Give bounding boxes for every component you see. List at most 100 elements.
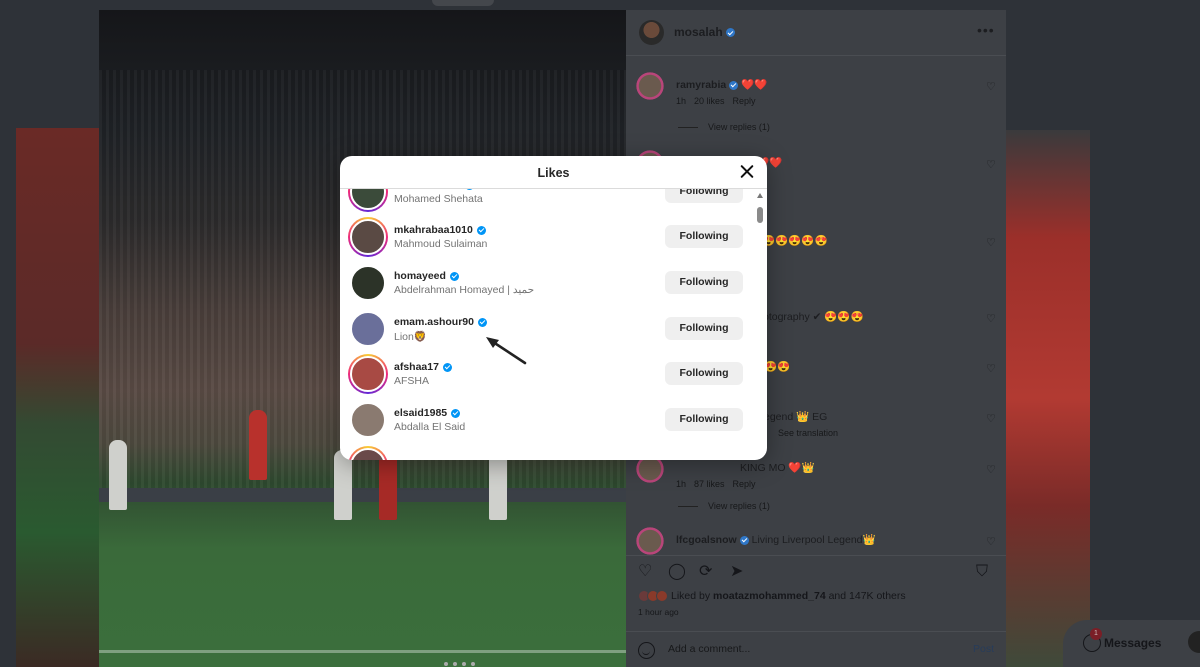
following-button[interactable]: Following: [665, 189, 743, 203]
liker-row[interactable]: elsaid1985 Abdalla El Said Following: [340, 397, 754, 443]
verified-badge-icon: [465, 189, 475, 190]
liked-by-summary[interactable]: Liked by moatazmohammed_74 and 147K othe…: [638, 590, 906, 603]
author-avatar[interactable]: [639, 20, 664, 45]
verified-badge-icon: [729, 80, 739, 90]
pitch-line: [99, 650, 626, 653]
heart-icon[interactable]: ♡: [986, 362, 996, 375]
liker-username[interactable]: moshehata17: [394, 189, 475, 191]
avatar[interactable]: [348, 400, 388, 440]
heart-icon[interactable]: ♡: [986, 80, 996, 93]
top-overlay-tab: [432, 0, 494, 6]
ad-board: [99, 488, 626, 502]
next-post-preview[interactable]: [1006, 130, 1090, 667]
player-figure: [379, 450, 397, 520]
liker-full-name: Abdelrahman Homayed | حميد: [394, 284, 535, 296]
author-username[interactable]: mosalah: [674, 25, 735, 39]
add-comment-bar: Add a comment... Post: [626, 631, 1006, 667]
verified-badge-icon: [451, 408, 461, 418]
avatar[interactable]: [636, 527, 664, 555]
close-icon[interactable]: [736, 161, 758, 183]
heart-icon[interactable]: ♡: [986, 158, 996, 171]
player-figure: [489, 450, 507, 520]
view-replies-link[interactable]: View replies (1): [678, 122, 770, 132]
comment-bubble-icon[interactable]: ◯: [668, 564, 686, 580]
heart-icon[interactable]: ♡: [986, 412, 996, 425]
share-send-icon[interactable]: ➤: [730, 564, 743, 580]
likes-dialog: Likes moshehata17 Mohamed Shehata Followin…: [340, 156, 767, 460]
comment-text: lfcgoalsnow Living Liverpool Legend👑: [676, 534, 876, 546]
scroll-up-arrow-icon[interactable]: [757, 193, 763, 198]
player-figure: [109, 440, 127, 510]
more-options-icon[interactable]: •••: [977, 22, 995, 38]
emoji-icon[interactable]: [638, 642, 655, 659]
following-button[interactable]: Following: [665, 225, 743, 248]
reply-link[interactable]: Reply: [733, 96, 756, 106]
verified-badge-icon: [476, 225, 486, 235]
liker-row[interactable]: afshaa17 AFSHA Following: [340, 351, 754, 397]
liker-row[interactable]: mkahrabaa1010 Mahmoud Sulaiman Following: [340, 214, 754, 260]
scrollbar[interactable]: [754, 189, 767, 460]
heart-icon[interactable]: ♡: [986, 463, 996, 476]
reply-link[interactable]: Reply: [733, 479, 756, 489]
liker-full-name: Lion🦁: [394, 331, 427, 343]
avatar[interactable]: [348, 309, 388, 349]
like-heart-icon[interactable]: ♡: [638, 564, 652, 580]
liker-row[interactable]: moshehata17 Mohamed Shehata Following: [340, 189, 754, 215]
avatar[interactable]: [348, 446, 388, 460]
player-figure: [334, 450, 352, 520]
previous-post-preview[interactable]: [16, 128, 100, 667]
avatar[interactable]: [348, 189, 388, 212]
messages-label: Messages: [1104, 636, 1162, 650]
heart-icon[interactable]: ♡: [986, 236, 996, 249]
liker-row[interactable]: emam.ashour90 Lion🦁 Following: [340, 306, 754, 352]
see-translation-link[interactable]: See translation: [778, 428, 838, 438]
liker-full-name: AFSHA: [394, 375, 430, 387]
verified-badge-icon: [442, 362, 452, 372]
heart-icon[interactable]: ♡: [986, 535, 996, 548]
following-button[interactable]: Following: [665, 317, 743, 340]
following-button[interactable]: Following: [665, 408, 743, 431]
following-button[interactable]: Following: [665, 362, 743, 385]
avatar[interactable]: [636, 72, 664, 100]
comment-text: KING MO ❤️👑: [740, 462, 815, 474]
liker-username[interactable]: mkahrabaa1010: [394, 224, 486, 236]
liker-username[interactable]: elsaid1985: [394, 407, 461, 419]
following-button[interactable]: Following: [665, 271, 743, 294]
avatar[interactable]: [348, 354, 388, 394]
liker-full-name: Abdalla El Said: [394, 421, 466, 433]
liked-by-user-link[interactable]: moatazmohammed_74: [713, 590, 826, 602]
liker-username[interactable]: homayeed: [394, 270, 459, 282]
verified-badge-icon: [449, 271, 459, 281]
liker-full-name: Mohamed Shehata: [394, 193, 483, 205]
post-comment-button[interactable]: Post: [973, 643, 994, 655]
annotation-arrow-icon: [486, 337, 527, 365]
carousel-dots: [444, 662, 475, 666]
heart-icon[interactable]: ♡: [986, 312, 996, 325]
liker-username[interactable]: afshaa17: [394, 361, 452, 373]
verified-badge-icon: [739, 535, 749, 545]
comment-meta: 1h 87 likes Reply: [676, 479, 756, 489]
post-header: mosalah •••: [626, 10, 1006, 56]
liker-full-name: Mahmoud Sulaiman: [394, 238, 488, 250]
repost-icon[interactable]: ⟳: [699, 564, 712, 580]
scrollbar-thumb[interactable]: [757, 207, 763, 223]
likes-dialog-header: Likes: [340, 156, 767, 189]
post-timestamp: 1 hour ago: [638, 607, 679, 617]
comment-text: otography ✔ 😍😍😍: [763, 311, 864, 323]
avatar[interactable]: [348, 217, 388, 257]
likes-list[interactable]: moshehata17Mohamed ShehataFollowingmkahr…: [340, 189, 767, 460]
bookmark-icon[interactable]: ⛉: [976, 564, 988, 580]
avatar: [656, 590, 668, 603]
liker-row[interactable]: [340, 443, 754, 460]
avatar: [1188, 631, 1200, 653]
liker-username[interactable]: emam.ashour90: [394, 316, 487, 328]
dialog-title: Likes: [537, 166, 570, 180]
post-action-bar: ♡ ◯ ⟳ ➤ ⛉: [626, 555, 1006, 585]
verified-badge-icon: [725, 28, 735, 38]
comment-input[interactable]: Add a comment...: [668, 643, 750, 655]
messages-button[interactable]: 1 Messages: [1063, 620, 1200, 667]
liker-row[interactable]: homayeed Abdelrahman Homayed | حميد Follow…: [340, 260, 754, 306]
comment-text: ramyrabia ❤️❤️: [676, 79, 768, 91]
avatar[interactable]: [348, 263, 388, 303]
view-replies-link[interactable]: View replies (1): [678, 501, 770, 511]
